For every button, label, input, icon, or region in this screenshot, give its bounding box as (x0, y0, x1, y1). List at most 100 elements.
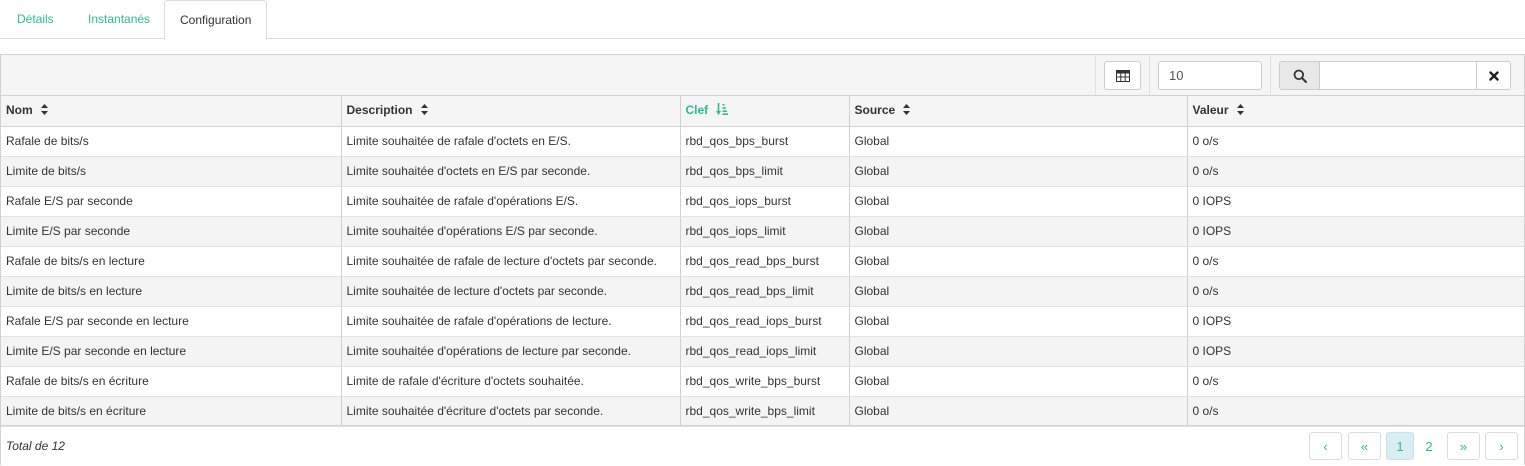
table-toolbar (1, 55, 1524, 96)
sort-icon (420, 104, 428, 118)
sort-icon (903, 104, 911, 118)
cell-source: Global (849, 246, 1188, 277)
table-row: Rafale E/S par seconde en lecture Limite… (1, 306, 1524, 337)
cell-name: Rafale E/S par seconde (1, 186, 342, 217)
table-header-row: Nom Description Clef Source Valeur (1, 96, 1524, 127)
column-header-label: Source (854, 103, 896, 118)
cell-value: 0 o/s (1187, 276, 1524, 307)
cell-key: rbd_qos_write_bps_burst (680, 366, 850, 397)
column-header-label: Clef (685, 103, 709, 118)
next-page-button[interactable]: › (1485, 432, 1518, 460)
cell-source: Global (849, 306, 1188, 337)
cell-value: 0 o/s (1187, 126, 1524, 157)
page-size-input[interactable] (1158, 61, 1262, 90)
cell-key: rbd_qos_iops_limit (680, 216, 850, 247)
cell-key: rbd_qos_bps_limit (680, 156, 850, 187)
cell-value: 0 o/s (1187, 366, 1524, 397)
cell-key: rbd_qos_write_bps_limit (680, 396, 850, 427)
cell-source: Global (849, 276, 1188, 307)
cell-description: Limite souhaitée de rafale d'opérations … (341, 186, 681, 217)
cell-name: Limite de bits/s (1, 156, 342, 187)
cell-description: Limite souhaitée de rafale de lecture d'… (341, 246, 681, 277)
table-row: Rafale de bits/s en lecture Limite souha… (1, 246, 1524, 277)
sort-ascending-icon (716, 103, 729, 118)
page-1-button[interactable]: 1 (1386, 432, 1414, 460)
cell-name: Limite E/S par seconde (1, 216, 342, 247)
cell-name: Rafale de bits/s (1, 126, 342, 157)
cell-description: Limite souhaitée d'écriture d'octets par… (341, 396, 681, 427)
clear-icon (1488, 70, 1499, 81)
cell-value: 0 o/s (1187, 396, 1524, 427)
column-header-description[interactable]: Description (341, 96, 681, 127)
cell-value: 0 IOPS (1187, 216, 1524, 247)
cell-source: Global (849, 336, 1188, 367)
table-row: Rafale E/S par seconde Limite souhaitée … (1, 186, 1524, 217)
config-table-panel: Nom Description Clef Source Valeur Rafal… (0, 54, 1525, 465)
column-header-label: Valeur (1192, 103, 1229, 118)
cell-value: 0 IOPS (1187, 336, 1524, 367)
column-header-key[interactable]: Clef (680, 96, 850, 127)
cell-source: Global (849, 366, 1188, 397)
column-header-name[interactable]: Nom (1, 96, 342, 127)
cell-name: Limite de bits/s en lecture (1, 276, 342, 307)
cell-value: 0 IOPS (1187, 186, 1524, 217)
cell-key: rbd_qos_bps_burst (680, 126, 850, 157)
cell-source: Global (849, 186, 1188, 217)
cell-description: Limite souhaitée de lecture d'octets par… (341, 276, 681, 307)
cell-key: rbd_qos_read_bps_limit (680, 276, 850, 307)
cell-description: Limite souhaitée d'octets en E/S par sec… (341, 156, 681, 187)
clear-search-button[interactable] (1476, 61, 1511, 90)
cell-name: Rafale de bits/s en écriture (1, 366, 342, 397)
column-header-value[interactable]: Valeur (1187, 96, 1524, 127)
cell-key: rbd_qos_read_iops_burst (680, 306, 850, 337)
column-header-label: Description (346, 103, 413, 118)
tab-bar: Détails Instantanés Configuration (0, 0, 1525, 40)
cell-description: Limite souhaitée de rafale d'octets en E… (341, 126, 681, 157)
prev-page-button[interactable]: ‹ (1309, 432, 1342, 460)
table-row: Limite de bits/s en lecture Limite souha… (1, 276, 1524, 307)
cell-name: Rafale E/S par seconde en lecture (1, 306, 342, 337)
cell-source: Global (849, 216, 1188, 247)
cell-source: Global (849, 396, 1188, 427)
table-row: Limite E/S par seconde Limite souhaitée … (1, 216, 1524, 247)
cell-description: Limite souhaitée de rafale d'opérations … (341, 306, 681, 337)
cell-value: 0 o/s (1187, 156, 1524, 187)
cell-key: rbd_qos_read_bps_burst (680, 246, 850, 277)
table-icon (1115, 69, 1130, 82)
cell-name: Limite de bits/s en écriture (1, 396, 342, 427)
search-icon (1293, 69, 1307, 83)
first-page-button[interactable]: « (1348, 432, 1381, 460)
total-count: Total de 12 (6, 439, 65, 453)
table-row: Limite E/S par seconde en lecture Limite… (1, 336, 1524, 367)
table-row: Rafale de bits/s Limite souhaitée de raf… (1, 126, 1524, 157)
sort-icon (40, 104, 48, 118)
cell-name: Limite E/S par seconde en lecture (1, 336, 342, 367)
toolbar-divider (1095, 56, 1096, 95)
table-row: Limite de bits/s en écriture Limite souh… (1, 396, 1524, 427)
cell-value: 0 IOPS (1187, 306, 1524, 337)
cell-value: 0 o/s (1187, 246, 1524, 277)
tab-details[interactable]: Détails (2, 0, 69, 39)
cell-name: Rafale de bits/s en lecture (1, 246, 342, 277)
tab-configuration[interactable]: Configuration (164, 0, 268, 40)
cell-description: Limite de rafale d'écriture d'octets sou… (341, 366, 681, 397)
toolbar-divider (1270, 56, 1271, 95)
cell-source: Global (849, 156, 1188, 187)
cell-source: Global (849, 126, 1188, 157)
table-row: Rafale de bits/s en écriture Limite de r… (1, 366, 1524, 397)
column-header-label: Nom (6, 103, 33, 118)
page-2-button[interactable]: 2 (1415, 432, 1443, 460)
tab-snapshots[interactable]: Instantanés (73, 0, 165, 39)
last-page-button[interactable]: » (1447, 432, 1480, 460)
table-row: Limite de bits/s Limite souhaitée d'octe… (1, 156, 1524, 187)
table-footer: Total de 12 ‹ « 1 2 » › (1, 425, 1524, 465)
cell-description: Limite souhaitée d'opérations de lecture… (341, 336, 681, 367)
column-toggle-button[interactable] (1104, 61, 1141, 90)
config-table: Nom Description Clef Source Valeur Rafal… (1, 96, 1524, 427)
cell-key: rbd_qos_read_iops_limit (680, 336, 850, 367)
sort-icon (1236, 104, 1244, 118)
column-header-source[interactable]: Source (849, 96, 1188, 127)
cell-description: Limite souhaitée d'opérations E/S par se… (341, 216, 681, 247)
search-input[interactable] (1319, 61, 1477, 90)
cell-key: rbd_qos_iops_burst (680, 186, 850, 217)
